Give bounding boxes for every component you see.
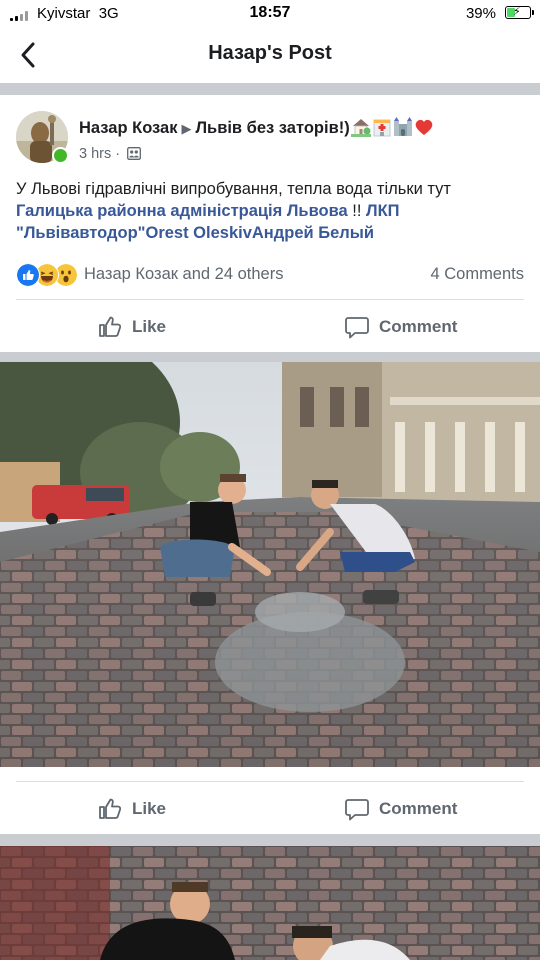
- house-with-garden-emoji-icon: [350, 119, 371, 137]
- group-name[interactable]: Львів без заторів!): [195, 119, 349, 137]
- tag-andrei-bely[interactable]: Андрей Белый: [252, 224, 374, 242]
- reactors-text[interactable]: Назар Козак and 24 others: [84, 265, 283, 284]
- tag-district-administration[interactable]: Галицька районна адміністрація Львова: [16, 202, 348, 220]
- battery-percentage: 39%: [465, 5, 496, 22]
- post-photo[interactable]: [0, 362, 540, 767]
- section-divider: [0, 83, 540, 95]
- speech-bubble-icon: [345, 317, 369, 339]
- thumbs-up-icon: [99, 798, 122, 819]
- post-text: У Львові гідравлічні випробування, тепла…: [16, 178, 528, 244]
- arrow-right-icon: ▶: [181, 121, 192, 136]
- thumbs-up-icon: [99, 316, 122, 337]
- post-photo-second[interactable]: [0, 846, 540, 960]
- post-header: Назар Козак ▶ Львів без заторів!): [79, 117, 434, 138]
- hospital-emoji-icon: [373, 119, 391, 137]
- photo-comment-button[interactable]: Comment: [344, 787, 457, 831]
- photo-image: [0, 846, 540, 960]
- photo-like-label: Like: [132, 799, 167, 818]
- group-audience-icon: [127, 147, 142, 160]
- comments-count[interactable]: 4 Comments: [430, 265, 524, 284]
- like-button[interactable]: Like: [97, 305, 166, 349]
- photo-image: [0, 362, 540, 767]
- divider: [16, 781, 524, 782]
- author-name[interactable]: Назар Козак: [79, 119, 177, 137]
- page-title: Назар's Post: [208, 42, 332, 64]
- like-label: Like: [132, 317, 167, 336]
- like-reaction-icon: [16, 263, 40, 287]
- online-status-indicator: [52, 147, 69, 164]
- speech-bubble-icon: [345, 799, 369, 821]
- post-time[interactable]: 3 hrs: [79, 146, 111, 162]
- post-body-exclamation: !!: [347, 202, 367, 220]
- section-divider: [0, 834, 540, 846]
- photo-actions: Like Comment: [0, 787, 540, 831]
- status-bar: Kyivstar 3G 18:57 39% ⚡: [0, 0, 540, 28]
- post-meta: 3 hrs ·: [79, 146, 142, 162]
- red-heart-emoji-icon: [415, 119, 433, 135]
- clock: 18:57: [249, 4, 291, 21]
- navigation-bar: Назар's Post: [0, 28, 540, 82]
- tag-orest-oleskiv[interactable]: Orest Oleskiv: [145, 224, 251, 242]
- divider: [16, 299, 524, 300]
- comment-label: Comment: [379, 317, 458, 336]
- post-body-text: У Львові гідравлічні випробування, тепла…: [16, 180, 451, 198]
- reactions-summary[interactable]: Назар Козак and 24 others 4 Comments: [16, 263, 524, 287]
- photo-comment-label: Comment: [379, 799, 458, 818]
- post-actions: Like Comment: [0, 305, 540, 349]
- reaction-icons: [16, 263, 82, 287]
- comment-button[interactable]: Comment: [344, 305, 457, 349]
- photo-like-button[interactable]: Like: [97, 787, 166, 831]
- battery-icon: ⚡: [505, 6, 534, 19]
- castle-emoji-icon: [393, 117, 412, 136]
